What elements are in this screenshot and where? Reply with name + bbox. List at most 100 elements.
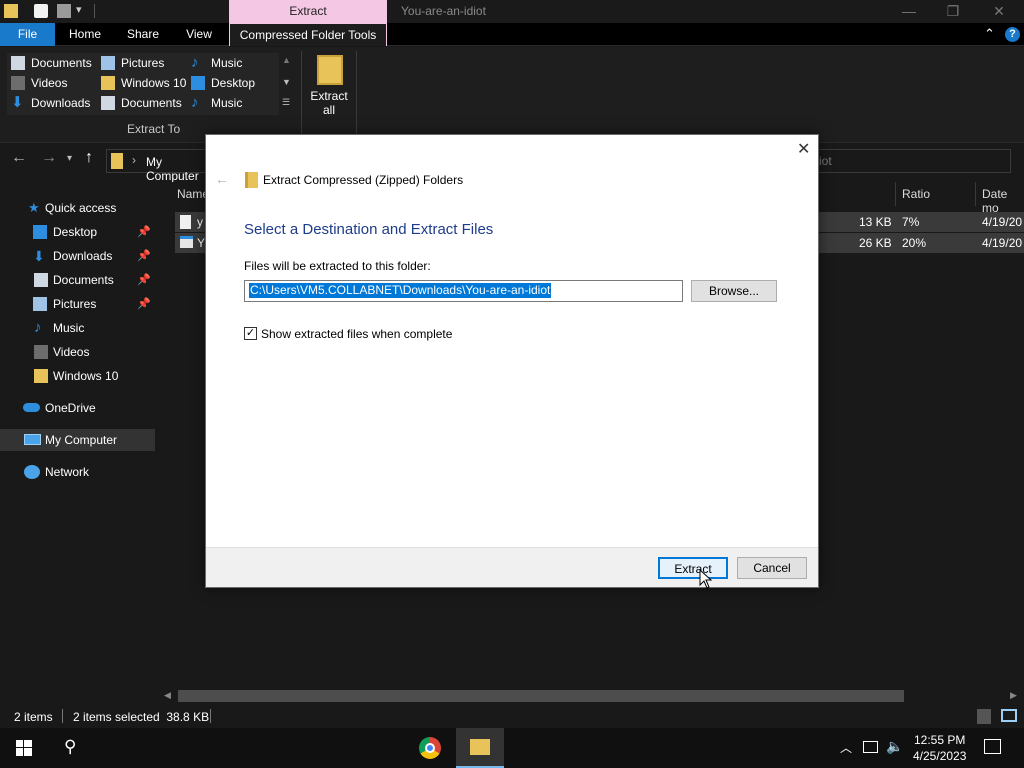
pin-icon: 📌	[137, 274, 151, 286]
extract-to-label: Windows 10	[121, 76, 187, 90]
nav-item-videos[interactable]: Videos	[0, 341, 155, 363]
minimize-button[interactable]: —	[886, 0, 932, 23]
dialog-back-icon[interactable]: ←	[215, 171, 229, 187]
customize-quick-access-icon[interactable]: ▾	[76, 3, 82, 16]
scroll-right-icon[interactable]: ▶	[1010, 690, 1017, 701]
nav-item-onedrive[interactable]: OneDrive	[0, 397, 155, 419]
pin-icon: 📌	[137, 298, 151, 310]
divider	[895, 182, 896, 206]
clock-date[interactable]: 4/25/2023	[913, 749, 966, 763]
tab-compressed-folder-tools[interactable]: Compressed Folder Tools	[229, 23, 387, 46]
nav-item-quick-access[interactable]: ★ Quick access	[0, 197, 155, 219]
clock-time[interactable]: 12:55 PM	[914, 733, 965, 747]
recent-locations-icon[interactable]: ▾	[67, 153, 72, 164]
scrollbar-thumb[interactable]	[178, 690, 904, 702]
nav-item-documents[interactable]: Documents 📌	[0, 269, 155, 291]
large-icons-view-icon[interactable]	[1001, 709, 1017, 722]
maximize-button[interactable]: ❐	[930, 0, 976, 23]
file-size: 26 KB	[859, 236, 892, 250]
close-button[interactable]: ✕	[976, 0, 1022, 23]
up-arrow-icon[interactable]: ↑	[85, 149, 93, 167]
navigation-pane: ★ Quick access Desktop 📌 ⬇ Downloads 📌 D…	[0, 182, 158, 702]
extract-to-music-2[interactable]: ♪ Music	[191, 94, 242, 112]
nav-label: Documents	[53, 273, 114, 287]
new-folder-icon[interactable]	[57, 4, 71, 18]
divider	[975, 182, 976, 206]
properties-icon[interactable]	[34, 4, 48, 18]
nav-label: OneDrive	[45, 401, 96, 415]
ribbon-tabs: File Home Share View Compressed Folder T…	[0, 23, 1024, 46]
divider	[356, 51, 357, 135]
pin-icon: 📌	[137, 226, 151, 238]
divider	[94, 4, 95, 18]
tab-home[interactable]: Home	[62, 23, 108, 46]
tab-file[interactable]: File	[0, 23, 55, 46]
file-icon	[180, 215, 191, 229]
extract-to-videos[interactable]: Videos	[11, 74, 67, 92]
cancel-button[interactable]: Cancel	[737, 557, 807, 579]
column-header-date[interactable]: Date mo	[982, 187, 1024, 215]
nav-item-pictures[interactable]: Pictures 📌	[0, 293, 155, 315]
forward-icon[interactable]: →	[41, 149, 57, 167]
extract-to-label: Documents	[31, 56, 92, 70]
address-bar[interactable]: › My Computer	[106, 149, 216, 183]
nav-item-music[interactable]: ♪ Music	[0, 317, 155, 339]
back-icon[interactable]: ←	[11, 149, 27, 167]
extract-to-downloads[interactable]: ⬇ Downloads	[11, 94, 90, 112]
details-view-icon[interactable]	[977, 709, 991, 724]
extract-to-documents-2[interactable]: Documents	[101, 94, 182, 112]
tab-view[interactable]: View	[178, 23, 220, 46]
gallery-scroll-down-icon[interactable]: ▼	[282, 77, 291, 87]
divider	[210, 709, 211, 723]
dialog-close-icon[interactable]: ✕	[797, 139, 810, 159]
extract-to-label: Downloads	[31, 96, 91, 110]
nav-label: Downloads	[53, 249, 113, 263]
folder-icon[interactable]	[4, 4, 18, 18]
search-input[interactable]: iot	[814, 149, 1011, 173]
nav-item-downloads[interactable]: ⬇ Downloads 📌	[0, 245, 155, 267]
selection-info: 2 items selected 38.8 KB	[73, 710, 210, 724]
nav-item-desktop[interactable]: Desktop 📌	[0, 221, 155, 243]
nav-item-windows10[interactable]: Windows 10	[0, 365, 155, 387]
extract-button[interactable]: Extract	[658, 557, 728, 579]
extract-all-button[interactable]: Extract all	[309, 89, 349, 117]
nav-item-my-computer[interactable]: My Computer	[0, 429, 155, 451]
column-header-ratio[interactable]: Ratio	[902, 187, 930, 201]
collapse-ribbon-icon[interactable]: ⌃	[984, 26, 995, 42]
network-icon	[24, 465, 40, 479]
chrome-icon[interactable]	[419, 737, 441, 759]
volume-icon[interactable]: 🔈	[886, 738, 903, 755]
mouse-cursor-icon	[699, 569, 713, 589]
action-center-icon[interactable]	[984, 739, 1001, 754]
show-hidden-icons-icon[interactable]: ︿	[840, 739, 852, 756]
destination-path-input[interactable]: C:\Users\VM5.COLLABNET\Downloads\You-are…	[244, 280, 683, 302]
nav-item-network[interactable]: Network	[0, 461, 155, 483]
videos-icon	[11, 76, 25, 90]
item-count: 2 items	[14, 710, 53, 724]
extract-to-pictures[interactable]: Pictures	[101, 54, 164, 72]
destination-label: Files will be extracted to this folder:	[244, 259, 431, 273]
gallery-scroll-up-icon[interactable]: ▲	[282, 55, 291, 65]
extract-to-label: Documents	[121, 96, 182, 110]
search-icon[interactable]: ⚲	[64, 737, 76, 757]
documents-icon	[34, 273, 48, 287]
scroll-left-icon[interactable]: ◀	[164, 690, 171, 701]
extract-to-desktop[interactable]: Desktop	[191, 74, 255, 92]
gallery-more-icon[interactable]: ☰	[282, 97, 290, 108]
network-tray-icon[interactable]	[863, 741, 878, 753]
browse-button[interactable]: Browse...	[691, 280, 777, 302]
extract-to-music[interactable]: ♪ Music	[191, 54, 242, 72]
tab-share[interactable]: Share	[120, 23, 166, 46]
extract-to-documents[interactable]: Documents	[11, 54, 92, 72]
divider	[62, 709, 63, 723]
nav-label: Videos	[53, 345, 90, 359]
extract-to-windows10[interactable]: Windows 10	[101, 74, 186, 92]
file-name: Y	[197, 236, 206, 250]
show-files-checkbox[interactable]: ✓	[244, 327, 257, 340]
destination-path-text: C:\Users\VM5.COLLABNET\Downloads\You-are…	[249, 283, 552, 298]
start-windows-icon[interactable]	[16, 740, 32, 756]
download-arrow-icon: ⬇	[33, 248, 45, 264]
file-explorer-taskbar-button[interactable]	[456, 728, 504, 768]
music-note-icon: ♪	[191, 94, 199, 111]
help-icon[interactable]: ?	[1005, 27, 1020, 42]
